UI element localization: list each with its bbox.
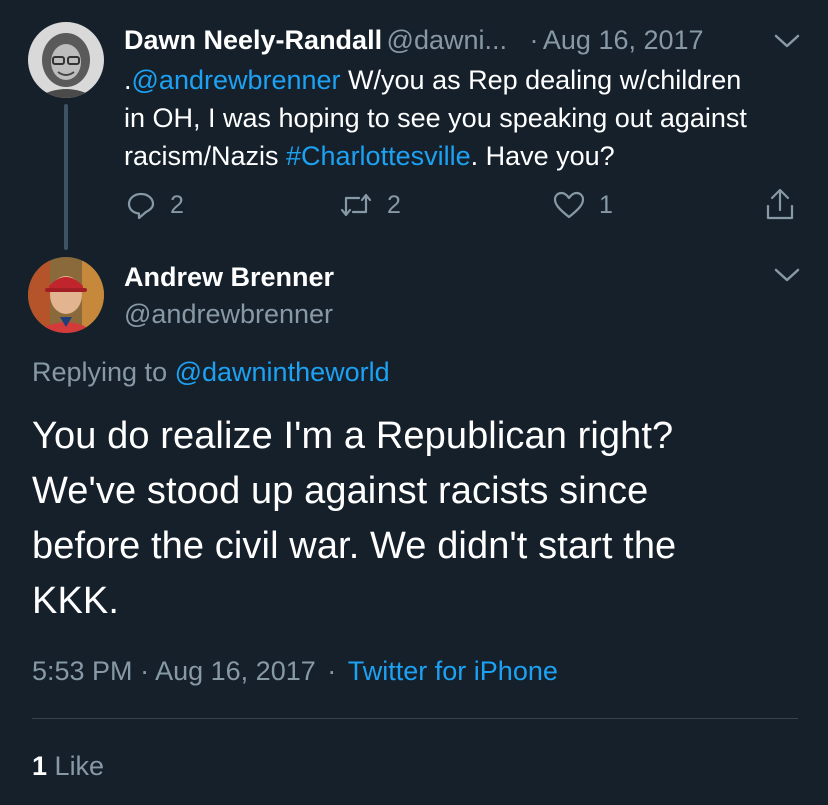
- main-author-name[interactable]: Andrew Brenner: [124, 262, 334, 293]
- replying-to: Replying to @dawnintheworld: [32, 357, 390, 388]
- text-line1-rest: W/you as Rep dealing w/children: [340, 65, 742, 95]
- text-prefix: .: [124, 65, 132, 95]
- main-text-line: We've stood up against racists since: [32, 470, 649, 512]
- likes-summary[interactable]: 1 Like: [32, 751, 104, 782]
- retweet-action[interactable]: 2: [339, 190, 401, 220]
- meta-separator: ·: [327, 656, 337, 686]
- replying-to-link[interactable]: @dawnintheworld: [175, 357, 390, 387]
- divider: [32, 718, 798, 719]
- text-line3b: . Have you?: [470, 141, 615, 171]
- thread-connector-line: [64, 104, 68, 250]
- main-text-line: KKK.: [32, 580, 119, 622]
- parent-tweet-header: Dawn Neely-Randall @dawni... · Aug 16, 2…: [124, 25, 704, 56]
- mention-link[interactable]: @andrewbrenner: [132, 65, 341, 95]
- date-separator: ·: [529, 25, 539, 55]
- avatar-dawn[interactable]: [28, 22, 104, 98]
- main-author-handle[interactable]: @andrewbrenner: [124, 299, 333, 330]
- author-handle[interactable]: @dawni...: [387, 25, 507, 55]
- tweet-date[interactable]: Aug 16, 2017: [155, 656, 316, 686]
- meta-separator: ·: [140, 656, 150, 686]
- chevron-down-icon[interactable]: [772, 266, 802, 286]
- likes-label: Like: [54, 751, 105, 781]
- like-action[interactable]: 1: [553, 190, 613, 220]
- author-name[interactable]: Dawn Neely-Randall: [124, 25, 382, 55]
- reply-icon[interactable]: [126, 190, 156, 220]
- text-line3a: racism/Nazis: [124, 141, 287, 171]
- replying-label: Replying to: [32, 357, 175, 387]
- main-tweet-text: You do realize I'm a Republican right? W…: [32, 409, 812, 629]
- hashtag-link[interactable]: #Charlottesville: [286, 141, 471, 171]
- heart-icon[interactable]: [553, 190, 585, 220]
- chevron-down-icon[interactable]: [772, 32, 802, 52]
- tweet-time[interactable]: 5:53 PM: [32, 656, 133, 686]
- main-text-line: before the civil war. We didn't start th…: [32, 525, 677, 567]
- likes-total: 1: [32, 751, 48, 781]
- retweet-count: 2: [387, 190, 401, 219]
- retweet-icon[interactable]: [339, 190, 373, 220]
- reply-action[interactable]: 2: [126, 190, 184, 220]
- tweet-metadata: 5:53 PM · Aug 16, 2017 · Twitter for iPh…: [32, 656, 558, 687]
- tweet-date[interactable]: Aug 16, 2017: [543, 25, 704, 55]
- parent-tweet-text: .@andrewbrenner W/you as Rep dealing w/c…: [124, 61, 814, 175]
- reply-count: 2: [170, 190, 184, 219]
- main-text-line: You do realize I'm a Republican right?: [32, 415, 674, 457]
- text-line2: in OH, I was hoping to see you speaking …: [124, 103, 747, 133]
- avatar-andrew[interactable]: [28, 257, 104, 333]
- share-icon[interactable]: [764, 188, 796, 227]
- tweet-source-link[interactable]: Twitter for iPhone: [348, 656, 558, 686]
- like-count: 1: [599, 190, 613, 219]
